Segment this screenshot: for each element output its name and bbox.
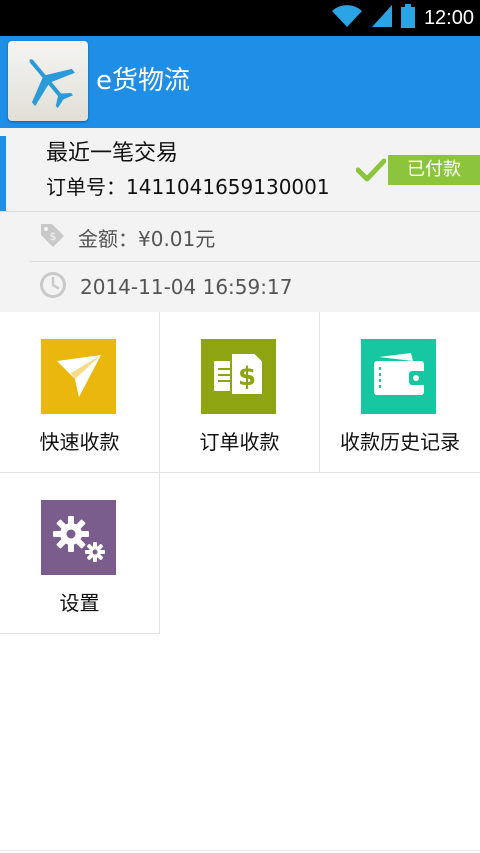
clock-icon xyxy=(38,270,68,304)
amount-row: $ 金额： ¥0.01元 xyxy=(38,217,215,257)
bottom-divider xyxy=(0,850,480,851)
recent-transaction-title: 最近一笔交易 xyxy=(46,141,179,166)
app-title: e货物流 xyxy=(96,66,190,96)
recent-transaction-card[interactable]: 最近一笔交易 订单号：1411041659130001 已付款 $ 金额： ¥0.… xyxy=(0,128,480,312)
battery-icon xyxy=(400,3,416,33)
order-number-row: 订单号：1411041659130001 xyxy=(46,173,330,201)
wifi-icon xyxy=(330,3,364,33)
divider xyxy=(30,261,480,262)
time-row: 2014-11-04 16:59:17 xyxy=(38,267,292,307)
payment-status-badge: 已付款 xyxy=(388,155,480,185)
amount-label: 金额： xyxy=(78,226,138,251)
accent-bar xyxy=(0,136,6,212)
order-number-label: 订单号： xyxy=(46,175,126,199)
wallet-icon xyxy=(361,339,436,414)
divider xyxy=(0,211,480,212)
svg-text:$: $ xyxy=(50,230,57,243)
menu-item-label: 快速收款 xyxy=(39,430,120,454)
app-logo[interactable] xyxy=(8,41,88,121)
menu-item-payment-history[interactable]: 收款历史记录 xyxy=(320,312,480,473)
transaction-time: 2014-11-04 16:59:17 xyxy=(80,275,293,299)
app-header: e货物流 xyxy=(0,36,480,128)
status-icons: 12:00 xyxy=(324,4,474,32)
svg-text:$: $ xyxy=(238,362,256,392)
paper-plane-icon xyxy=(41,339,116,414)
menu-item-quick-payment[interactable]: 快速收款 xyxy=(0,312,160,473)
status-bar: 12:00 xyxy=(0,0,480,36)
menu-item-label: 收款历史记录 xyxy=(340,430,460,454)
invoice-dollar-icon: $ xyxy=(201,339,276,414)
menu-item-label: 订单收款 xyxy=(199,430,280,454)
order-number-value: 1411041659130001 xyxy=(126,175,330,199)
amount-value: ¥0.01元 xyxy=(138,226,216,251)
menu-item-settings[interactable]: 设置 xyxy=(0,473,160,634)
cell-signal-icon xyxy=(370,3,394,33)
gears-icon xyxy=(41,500,116,575)
check-icon xyxy=(355,158,387,186)
price-tag-icon: $ xyxy=(38,221,66,253)
menu-item-order-payment[interactable]: $ 订单收款 xyxy=(160,312,320,473)
clock-time: 12:00 xyxy=(423,6,474,29)
menu-item-label: 设置 xyxy=(59,591,100,615)
